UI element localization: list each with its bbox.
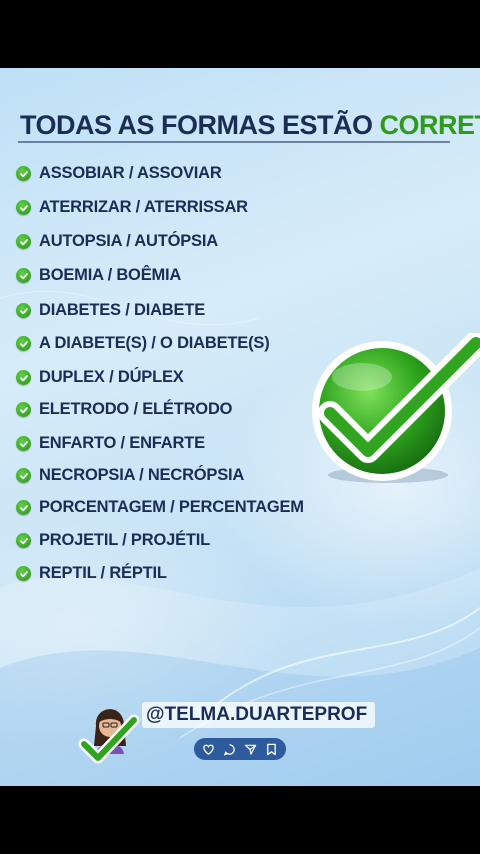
profile-handle: @TELMA.DUARTEPROF [142, 702, 376, 728]
avatar [78, 709, 140, 764]
check-icon [16, 166, 31, 181]
list-item-label: NECROPSIA / NECRÓPSIA [39, 466, 245, 484]
list-item-label: AUTOPSIA / AUTÓPSIA [39, 232, 218, 250]
list-item-label: ASSOBIAR / ASSOVIAR [39, 164, 222, 182]
list-item: ENFARTO / ENFARTE [16, 434, 205, 453]
list-item-label: ENFARTO / ENFARTE [39, 434, 205, 452]
list-item-label: BOEMIA / BOÊMIA [39, 266, 182, 284]
title-highlight: CORRETAS: [379, 110, 480, 140]
handle-suffix: DUARTEPROF [235, 704, 368, 725]
list-item-label: A DIABETE(S) / O DIABETE(S) [39, 334, 270, 352]
list-item-label: DIABETES / DIABETE [39, 301, 206, 319]
check-icon [16, 500, 31, 515]
big-check-icon [312, 333, 480, 483]
list-item: NECROPSIA / NECRÓPSIA [16, 466, 244, 485]
list-item: PROJETIL / PROJÉTIL [16, 531, 210, 550]
list-item: ATERRIZAR / ATERRISSAR [16, 198, 248, 217]
title-underline [18, 141, 450, 143]
check-icon [16, 303, 31, 318]
social-icons-bar [194, 738, 286, 760]
check-icon [16, 533, 31, 548]
list-item: AUTOPSIA / AUTÓPSIA [16, 232, 218, 251]
list-item: PORCENTAGEM / PERCENTAGEM [16, 498, 304, 517]
list-item-label: ATERRIZAR / ATERRISSAR [39, 198, 248, 216]
content-card: TODAS AS FORMAS ESTÃO CORRETAS: ASSOBIAR… [0, 68, 480, 786]
send-icon [244, 742, 258, 756]
page-title: TODAS AS FORMAS ESTÃO CORRETAS: [20, 110, 480, 141]
check-icon [16, 234, 31, 249]
check-icon [16, 370, 31, 385]
handle-prefix: @TELMA. [146, 704, 236, 725]
list-item: REPTIL / RÉPTIL [16, 564, 167, 583]
list-item: ELETRODO / ELÉTRODO [16, 400, 232, 419]
list-item-label: ELETRODO / ELÉTRODO [39, 400, 233, 418]
list-item: DIABETES / DIABETE [16, 301, 205, 320]
list-item: A DIABETE(S) / O DIABETE(S) [16, 334, 270, 353]
check-icon [16, 436, 31, 451]
check-icon [16, 336, 31, 351]
check-icon [16, 402, 31, 417]
bookmark-icon [265, 742, 279, 756]
list-item: BOEMIA / BOÊMIA [16, 266, 181, 285]
list-item-label: DUPLEX / DÚPLEX [39, 368, 184, 386]
check-icon [16, 200, 31, 215]
check-icon [16, 468, 31, 483]
title-prefix: TODAS AS FORMAS ESTÃO [20, 110, 373, 140]
list-item: ASSOBIAR / ASSOVIAR [16, 164, 222, 183]
list-item-label: REPTIL / RÉPTIL [39, 564, 167, 582]
check-icon [16, 268, 31, 283]
comment-icon [223, 742, 237, 756]
list-item-label: PORCENTAGEM / PERCENTAGEM [39, 498, 304, 516]
check-icon [16, 566, 31, 581]
heart-icon [202, 742, 216, 756]
list-item-label: PROJETIL / PROJÉTIL [39, 531, 211, 549]
list-item: DUPLEX / DÚPLEX [16, 368, 184, 387]
